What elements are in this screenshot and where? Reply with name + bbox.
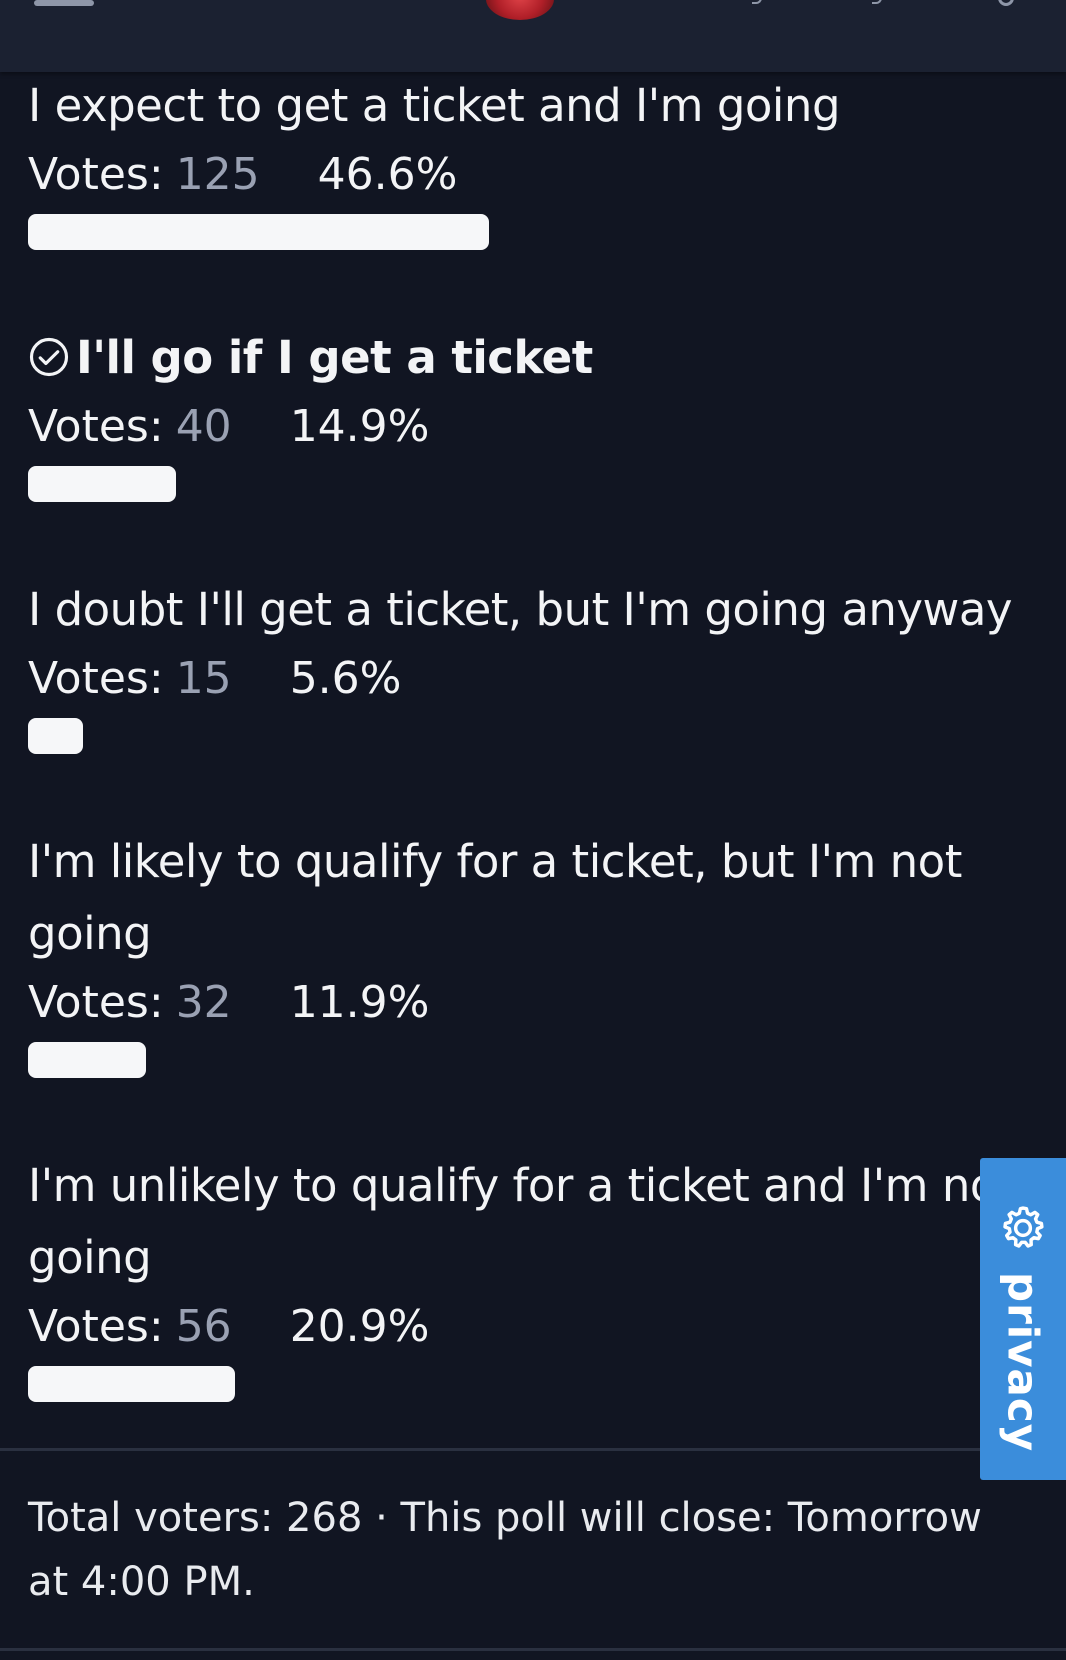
poll-option-title: I doubt I'll get a ticket, but I'm going… [28, 583, 1013, 636]
divider [0, 1648, 1066, 1651]
poll-option-stats: Votes: 40 14.9% [28, 394, 1018, 460]
votes-count: 125 [175, 149, 260, 200]
poll-option-title: I'm likely to qualify for a ticket, but … [28, 835, 962, 960]
notification-icon[interactable] [752, 0, 762, 4]
result-bar-fill [28, 1042, 146, 1078]
votes-label: Votes: [28, 977, 164, 1028]
poll-option-stats: Votes: 32 11.9% [28, 970, 1018, 1036]
votes-label: Votes: [28, 1301, 164, 1352]
result-bar-fill [28, 214, 489, 250]
votes-percent: 20.9% [289, 1301, 430, 1352]
votes-count: 56 [175, 1301, 232, 1352]
votes-count: 40 [175, 401, 232, 452]
result-bar [28, 718, 1018, 754]
poll-option: I'll go if I get a ticket Votes: 40 14.9… [28, 322, 1018, 502]
votes-label: Votes: [28, 401, 164, 452]
poll-option-stats: Votes: 15 5.6% [28, 646, 1018, 712]
poll-results: I expect to get a ticket and I'm going V… [28, 70, 1018, 1402]
poll-footer: Total voters: 268 · This poll will close… [28, 1495, 982, 1605]
poll-option-title: I'm unlikely to qualify for a ticket and… [28, 1159, 1015, 1284]
divider [0, 1448, 1066, 1451]
hamburger-menu-icon[interactable] [34, 0, 94, 6]
gear-icon [1003, 1206, 1044, 1248]
result-bar [28, 466, 1018, 502]
votes-percent: 14.9% [289, 401, 430, 452]
votes-percent: 11.9% [289, 977, 430, 1028]
check-circle-icon [29, 337, 69, 377]
avatar[interactable] [486, 0, 554, 20]
user-icon[interactable] [872, 0, 882, 4]
result-bar-fill [28, 466, 176, 502]
poll-option: I'm unlikely to qualify for a ticket and… [28, 1150, 1018, 1402]
result-bar [28, 1042, 1018, 1078]
poll-option-stats: Votes: 125 46.6% [28, 142, 1018, 208]
privacy-button[interactable]: privacy [980, 1158, 1066, 1480]
privacy-label: privacy [998, 1272, 1048, 1453]
search-icon[interactable] [998, 0, 1014, 6]
poll-option-title-text: I'll go if I get a ticket [76, 331, 593, 384]
votes-label: Votes: [28, 149, 164, 200]
result-bar-fill [28, 1366, 235, 1402]
poll-option: I expect to get a ticket and I'm going V… [28, 70, 1018, 250]
votes-label: Votes: [28, 653, 164, 704]
poll-option-title: I'll go if I get a ticket [28, 322, 1018, 394]
poll-option-stats: Votes: 56 20.9% [28, 1294, 1018, 1360]
result-bar [28, 1366, 1018, 1402]
poll-option: I doubt I'll get a ticket, but I'm going… [28, 574, 1018, 754]
top-bar [0, 0, 1066, 72]
votes-count: 15 [175, 653, 232, 704]
poll-option: I'm likely to qualify for a ticket, but … [28, 826, 1018, 1078]
result-bar [28, 214, 1018, 250]
votes-percent: 46.6% [317, 149, 458, 200]
poll-option-title: I expect to get a ticket and I'm going [28, 79, 841, 132]
result-bar-fill [28, 718, 83, 754]
votes-percent: 5.6% [289, 653, 402, 704]
votes-count: 32 [175, 977, 232, 1028]
